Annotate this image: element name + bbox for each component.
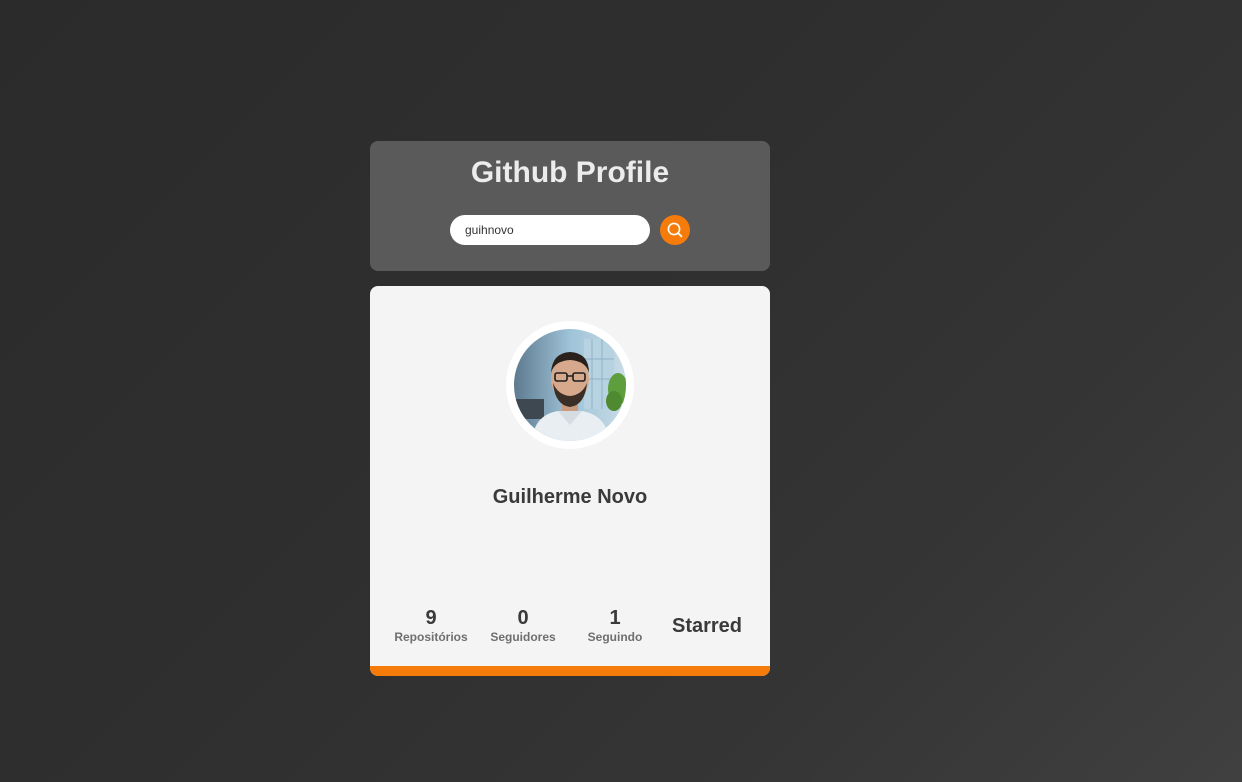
card-accent-bar xyxy=(370,666,770,676)
profile-card: Guilherme Novo 9 Repositórios 0 Seguidor… xyxy=(370,286,770,676)
search-icon xyxy=(666,221,684,239)
username-search-input[interactable] xyxy=(450,215,650,245)
app-title: Github Profile xyxy=(470,156,670,189)
stat-followers-label: Seguidores xyxy=(490,630,556,644)
avatar xyxy=(514,329,626,441)
stat-repositories-value: 9 xyxy=(425,607,437,629)
search-panel: Github Profile xyxy=(370,141,770,271)
stat-followers-value: 0 xyxy=(517,607,529,629)
stat-following-value: 1 xyxy=(609,607,621,629)
stat-following-label: Seguindo xyxy=(587,630,643,644)
profile-name: Guilherme Novo xyxy=(492,486,648,508)
starred-link[interactable]: Starred xyxy=(661,614,753,638)
stat-repositories-label: Repositórios xyxy=(394,630,468,644)
stat-followers[interactable]: 0 Seguidores xyxy=(477,606,569,644)
search-button[interactable] xyxy=(660,215,690,245)
stat-repositories[interactable]: 9 Repositórios xyxy=(385,606,477,644)
avatar-frame xyxy=(506,321,634,449)
profile-stats: 9 Repositórios 0 Seguidores 1 Seguindo S… xyxy=(385,606,753,650)
stat-following[interactable]: 1 Seguindo xyxy=(569,606,661,644)
